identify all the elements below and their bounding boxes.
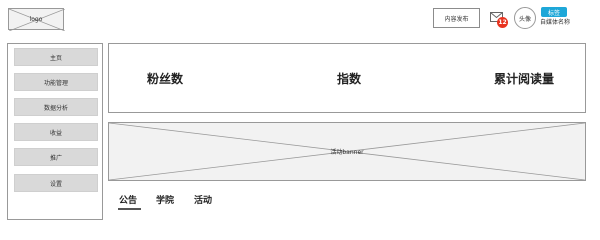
sidebar-item-home[interactable]: 主页 (14, 48, 98, 66)
mail-notification[interactable]: 12 (490, 12, 508, 28)
sidebar-item-settings[interactable]: 设置 (14, 174, 98, 192)
avatar[interactable]: 头像 (514, 7, 536, 29)
fans-count-label: 粉丝数 (147, 71, 184, 86)
banner-label: 活动banner (330, 149, 364, 156)
mail-count-badge: 12 (497, 17, 508, 28)
sidebar-item-function-management[interactable]: 功能管理 (14, 73, 98, 91)
logo-label: logo (29, 15, 43, 23)
sidebar-item-earnings[interactable]: 收益 (14, 123, 98, 141)
total-reads-label: 累计阅读量 (494, 71, 555, 86)
page-root: logo 内容发布 12 头像 标签 自媒体名称 主页 功能管理 数据分析 收益… (0, 0, 600, 225)
tab-announcement[interactable]: 公告 (119, 193, 137, 206)
sidebar: 主页 功能管理 数据分析 收益 推广 设置 (7, 43, 103, 220)
sidebar-item-data-analysis[interactable]: 数据分析 (14, 98, 98, 116)
logo-placeholder[interactable]: logo (8, 8, 65, 31)
tab-activity[interactable]: 活动 (194, 193, 212, 206)
active-tab-indicator (118, 208, 141, 210)
publish-content-button[interactable]: 内容发布 (433, 8, 480, 28)
index-label: 指数 (337, 71, 362, 86)
sidebar-item-promotion[interactable]: 推广 (14, 148, 98, 166)
tag-badge: 标签 (541, 7, 567, 17)
media-name: 自媒体名称 (540, 19, 571, 26)
activity-banner[interactable]: 活动banner (108, 122, 586, 181)
stats-panel: 粉丝数 指数 累计阅读量 (108, 43, 586, 113)
tab-academy[interactable]: 学院 (156, 193, 174, 206)
